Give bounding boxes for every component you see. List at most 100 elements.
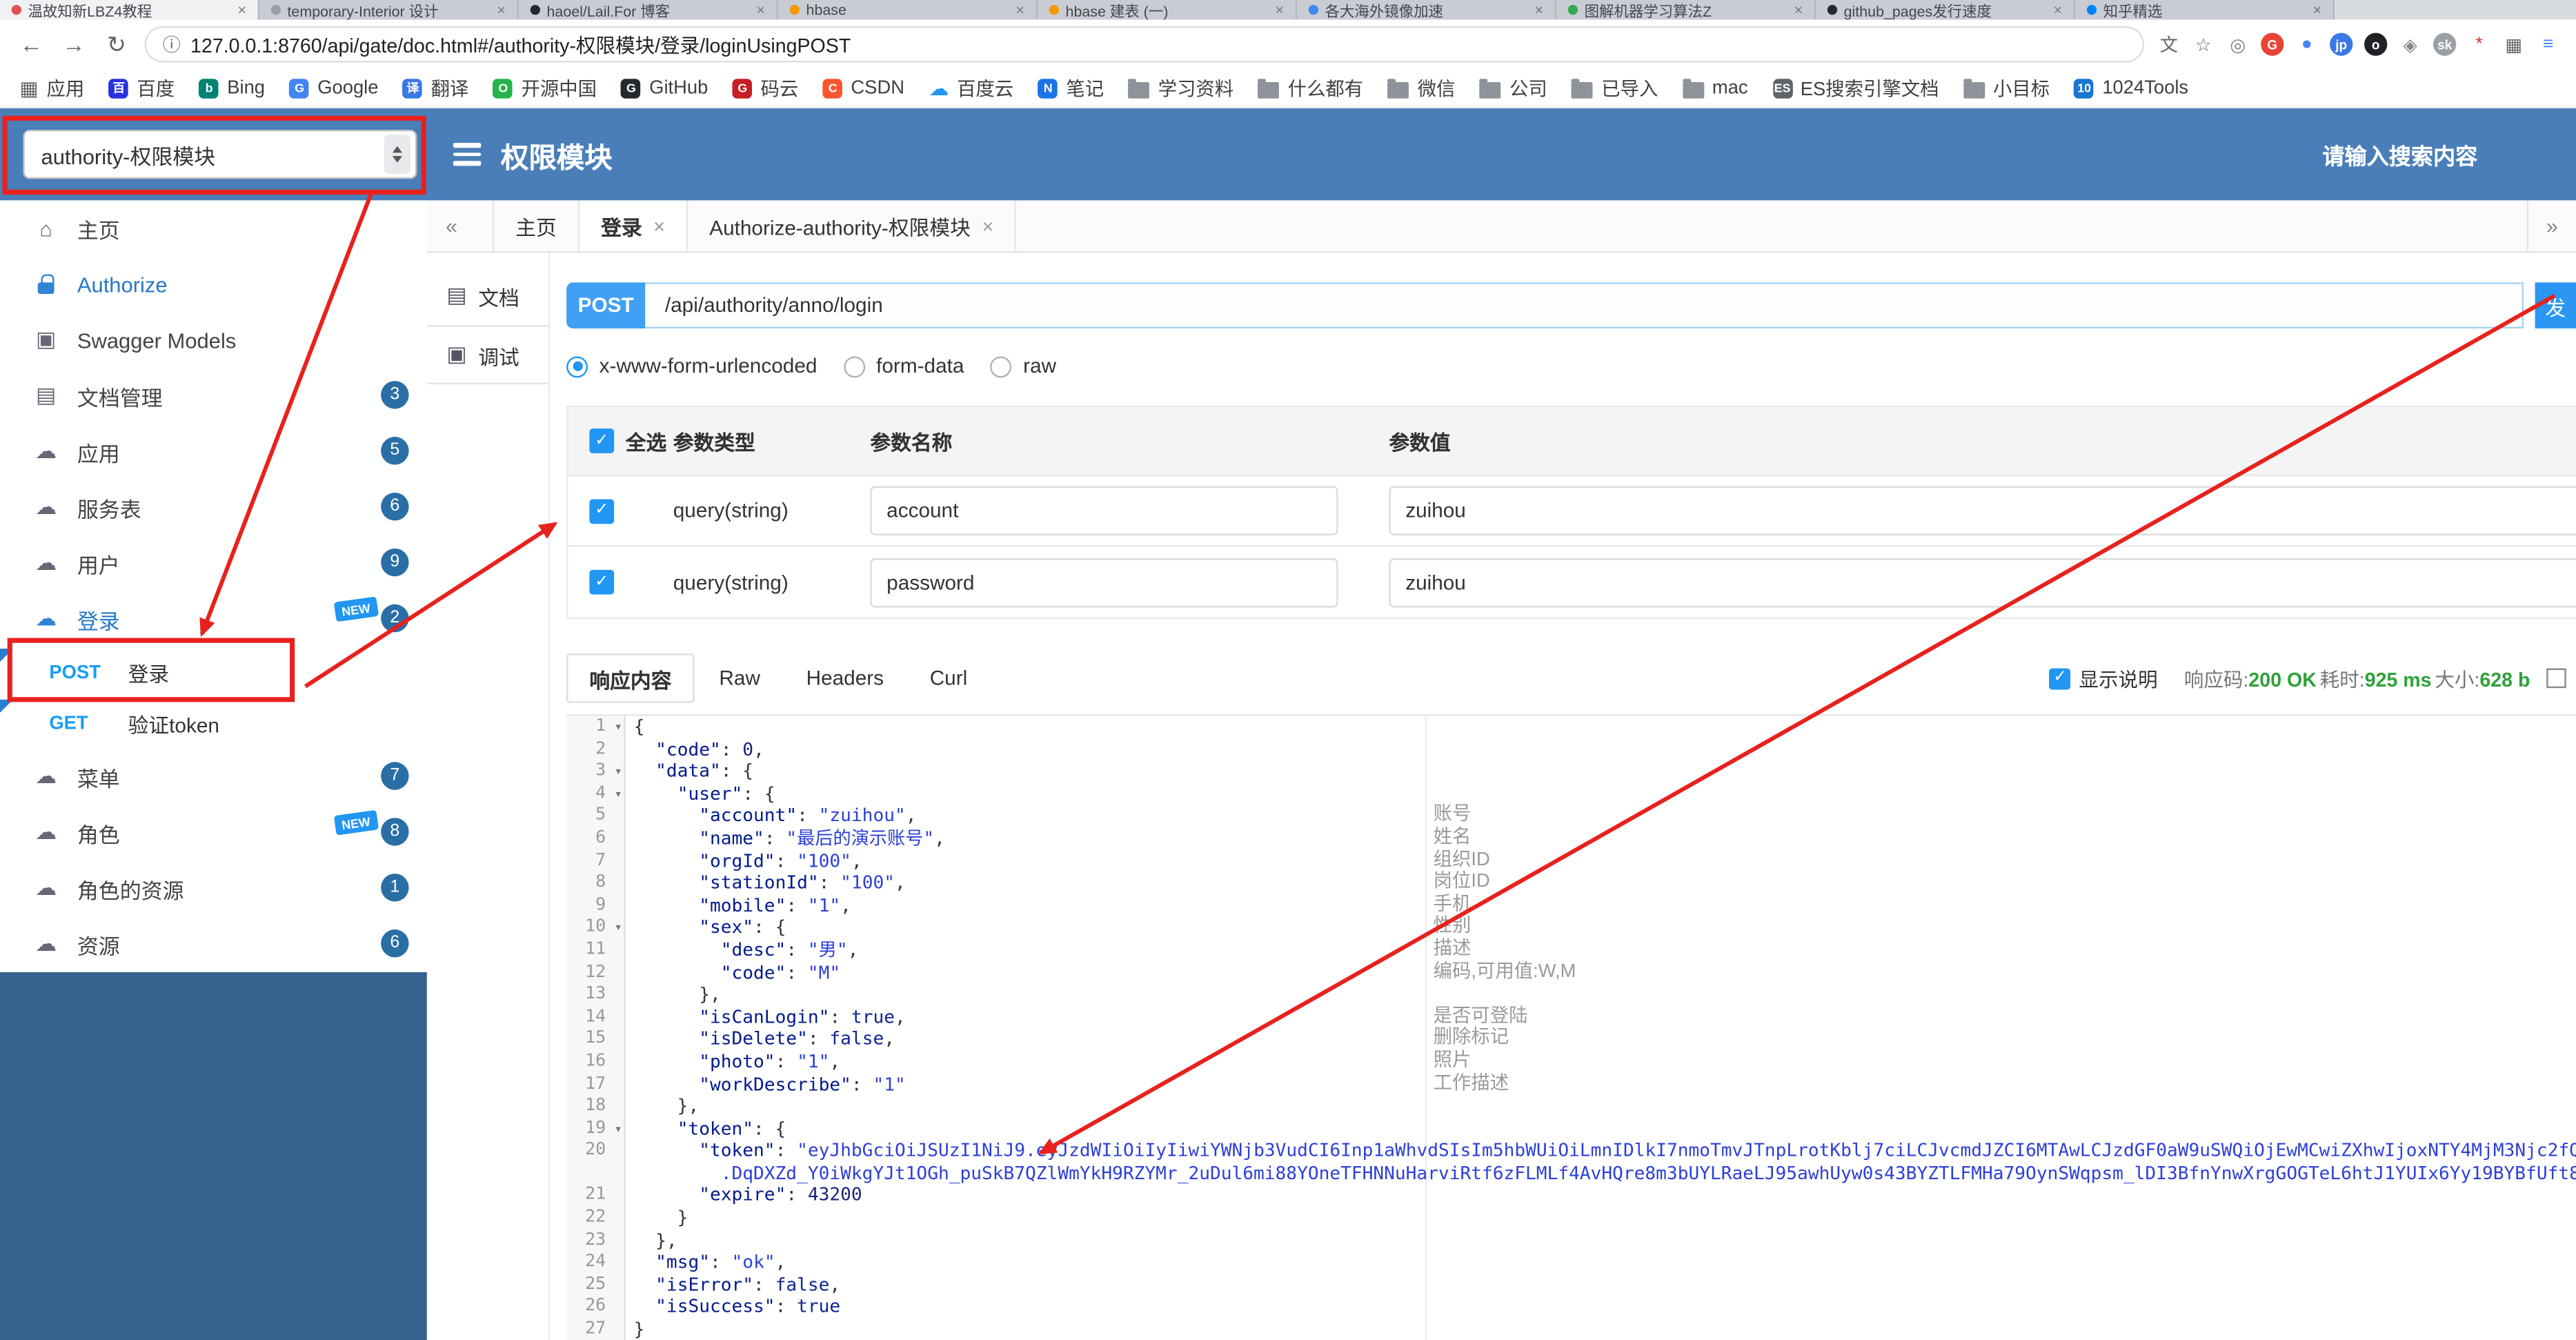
sidebar-item[interactable]: ☁ 角色的资源 1 <box>0 860 427 916</box>
browser-tab[interactable]: haoel/Lail.For 博客 × <box>519 0 779 20</box>
param-name-input[interactable]: password <box>870 557 1338 607</box>
bookmark-item[interactable]: 百百度 <box>108 75 175 101</box>
bookmark-item[interactable]: G 码云 <box>733 75 798 101</box>
ext-google-icon[interactable]: G <box>2261 32 2284 56</box>
bookmark-item[interactable]: N 笔记 <box>1038 75 1104 101</box>
tab-close-icon[interactable]: × <box>653 215 665 237</box>
bookmark-item[interactable]: G Google <box>289 78 378 98</box>
ext-jp-icon[interactable]: jp <box>2330 32 2353 56</box>
sidebar-subitem[interactable]: GET 验证token <box>0 698 427 749</box>
body-type-radio[interactable]: x-www-form-urlencoded <box>566 355 817 377</box>
sidebar-item[interactable]: ☁ 菜单 7 <box>0 749 427 805</box>
bookmark-item[interactable]: 小目标 <box>1963 75 2050 101</box>
response-editor[interactable]: 1 ▾{2 "code": 0, 3 ▾ "data": {4 ▾ "user": {5… <box>566 714 2576 1340</box>
workspace-tab[interactable]: 登录 × <box>579 200 688 252</box>
bookmark-star-icon[interactable]: ☆ <box>2192 33 2215 56</box>
browser-tab[interactable]: 知乎精选 × <box>2075 0 2335 20</box>
response-tab[interactable]: 响应内容 <box>566 653 695 703</box>
show-desc-checkbox[interactable]: ✓ <box>2049 667 2071 689</box>
fold-icon[interactable]: ▾ <box>614 760 622 782</box>
sidebar-item[interactable]: ☁ 资源 6 <box>0 916 427 972</box>
sidebar-subitem[interactable]: POST 登录 <box>0 647 427 698</box>
sidebar-item[interactable]: ☁ 登录 NEW 2 <box>0 591 427 647</box>
send-button[interactable]: 发 <box>2535 282 2576 328</box>
sidebar-item[interactable]: ☁ 用户 9 <box>0 535 427 591</box>
select-all-checkbox[interactable]: ✓ <box>589 428 615 453</box>
param-value-input[interactable]: zuihou <box>1389 557 2576 607</box>
fold-icon[interactable]: ▾ <box>614 1118 622 1140</box>
bookmark-item[interactable]: O 开源中国 <box>493 75 597 101</box>
bookmark-item[interactable]: 学习资料 <box>1128 75 1233 101</box>
tabs-scroll-left[interactable]: « <box>427 200 476 251</box>
sidebar-item[interactable]: ☁ 角色 NEW 8 <box>0 805 427 860</box>
tab-close-icon[interactable]: × <box>237 1 246 18</box>
bookmark-item[interactable]: C CSDN <box>822 78 904 98</box>
tab-close-icon[interactable]: × <box>757 1 766 18</box>
ext-shield-icon[interactable]: ◈ <box>2399 33 2421 56</box>
ext-grid-icon[interactable]: ▦ <box>2502 33 2525 56</box>
sidebar-item[interactable]: ⌂ 主页 <box>0 200 427 256</box>
bookmark-item[interactable]: 已导入 <box>1572 75 1658 101</box>
bookmark-item[interactable]: 什么都有 <box>1258 75 1363 101</box>
bookmark-item[interactable]: 公司 <box>1480 75 1547 101</box>
tab-close-icon[interactable]: × <box>497 1 506 18</box>
ext-blue-dot-icon[interactable]: ● <box>2295 33 2318 56</box>
sidebar-item[interactable]: ▤ 文档管理 3 <box>0 368 427 424</box>
doc-mode-tab[interactable]: ▤ 文档 <box>427 266 548 326</box>
bookmark-item[interactable]: 微信 <box>1387 75 1455 101</box>
ext-sk-icon[interactable]: sk <box>2433 32 2457 56</box>
refresh-icon[interactable]: ↻ <box>102 30 132 58</box>
sidebar-item[interactable]: ▣ Swagger Models <box>0 312 427 368</box>
module-select[interactable]: authority-权限模块 <box>23 130 417 179</box>
bookmark-item[interactable]: ▦ 应用 <box>20 75 85 101</box>
body-type-radio[interactable]: form-data <box>843 355 964 377</box>
param-name-input[interactable]: account <box>870 486 1338 535</box>
response-tab[interactable]: Curl <box>909 653 989 702</box>
browser-tab[interactable]: 各大海外镜像加速 × <box>1297 0 1557 20</box>
expand-icon[interactable] <box>2546 668 2566 689</box>
response-tab[interactable]: Raw <box>697 653 781 702</box>
browser-tab[interactable]: hbase × <box>778 0 1038 20</box>
doc-mode-tab[interactable]: ▣ 调试 <box>426 325 548 384</box>
info-icon[interactable]: ⓘ <box>163 31 181 57</box>
bookmark-item[interactable]: b Bing <box>199 78 265 98</box>
sidebar-item[interactable]: Authorize <box>0 256 427 312</box>
sidebar-item[interactable]: ☁ 服务表 6 <box>0 480 427 535</box>
bookmark-item[interactable]: 译翻译 <box>403 75 468 101</box>
tab-close-icon[interactable]: × <box>982 215 993 237</box>
forward-icon[interactable]: → <box>59 31 89 57</box>
bookmark-item[interactable]: mac <box>1683 78 1748 98</box>
sidebar-item[interactable]: ☁ 应用 5 <box>0 424 427 480</box>
bookmark-item[interactable]: ☁ 百度云 <box>929 75 1014 101</box>
tabs-scroll-right[interactable]: » <box>2526 200 2576 252</box>
tab-close-icon[interactable]: × <box>1535 1 1544 18</box>
fold-icon[interactable]: ▾ <box>614 783 622 805</box>
workspace-tab[interactable]: 主页 <box>492 200 580 252</box>
row-checkbox[interactable]: ✓ <box>589 569 615 595</box>
translate-icon[interactable]: 文 <box>2157 33 2180 56</box>
tab-close-icon[interactable]: × <box>1276 1 1285 18</box>
bookmark-item[interactable]: G GitHub <box>621 78 708 98</box>
bookmark-item[interactable]: 10 1024Tools <box>2074 78 2188 98</box>
ext-asterisk-icon[interactable]: * <box>2468 33 2490 56</box>
browser-tab[interactable]: temporary-Interior 设计 × <box>259 0 519 20</box>
browser-tab[interactable]: 图解机器学习算法Z × <box>1556 0 1816 20</box>
fold-icon[interactable]: ▾ <box>614 716 622 738</box>
ext-dark-icon[interactable]: o <box>2364 32 2388 56</box>
ext-circle-icon[interactable]: ◎ <box>2226 33 2249 56</box>
browser-tab[interactable]: hbase 建表 (一) × <box>1038 0 1298 20</box>
menu-toggle-icon[interactable] <box>453 143 482 166</box>
url-field[interactable]: ⓘ 127.0.0.1:8760/api/gate/doc.html#/auth… <box>144 26 2145 63</box>
row-checkbox[interactable]: ✓ <box>589 498 615 523</box>
browser-tab[interactable]: github_pages发行速度 × <box>1816 0 2076 20</box>
browser-menu-icon[interactable]: ≡ <box>2537 33 2559 56</box>
header-search[interactable]: 请输入搜索内容 <box>2322 138 2477 171</box>
back-icon[interactable]: ← <box>17 31 46 57</box>
body-type-radio[interactable]: raw <box>990 355 1056 377</box>
tab-close-icon[interactable]: × <box>2313 1 2322 18</box>
browser-tab[interactable]: 温故知新LBZ4教程 × <box>0 0 260 20</box>
tab-close-icon[interactable]: × <box>1016 1 1025 18</box>
workspace-tab[interactable]: Authorize-authority-权限模块 × <box>688 200 1017 252</box>
tab-close-icon[interactable]: × <box>2054 1 2063 18</box>
param-value-input[interactable]: zuihou <box>1389 486 2576 535</box>
